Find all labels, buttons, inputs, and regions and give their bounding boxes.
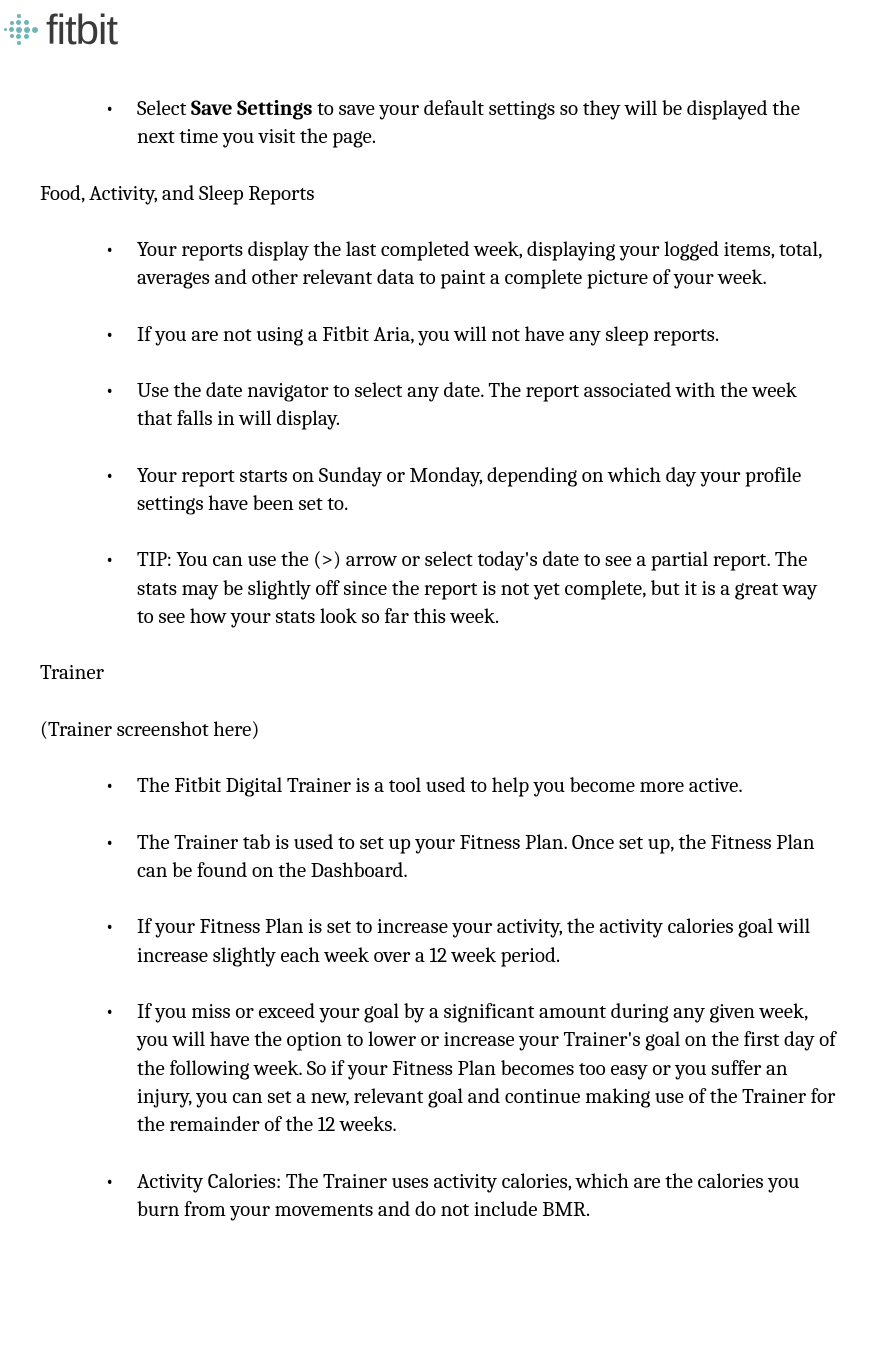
- list-item: Your report starts on Sunday or Monday, …: [105, 462, 836, 519]
- fitbit-logo: fitbit: [2, 2, 117, 59]
- bold-text: Save Settings: [191, 97, 312, 121]
- list-item: Your reports display the last completed …: [105, 236, 836, 293]
- trainer-bullet-list: The Fitbit Digital Trainer is a tool use…: [40, 772, 836, 1224]
- section-heading-reports: Food, Activity, and Sleep Reports: [40, 180, 836, 208]
- list-item: TIP: You can use the (>) arrow or select…: [105, 546, 836, 631]
- trainer-screenshot-placeholder: (Trainer screenshot here): [40, 716, 836, 744]
- list-item: The Trainer tab is used to set up your F…: [105, 829, 836, 886]
- fitbit-logo-text: fitbit: [46, 2, 117, 59]
- document-content: Select Save Settings to save your defaul…: [0, 0, 876, 1224]
- list-item: If your Fitness Plan is set to increase …: [105, 913, 836, 970]
- list-item: The Fitbit Digital Trainer is a tool use…: [105, 772, 836, 800]
- intro-bullet-list: Select Save Settings to save your defaul…: [40, 95, 836, 152]
- section-heading-trainer: Trainer: [40, 659, 836, 687]
- reports-bullet-list: Your reports display the last completed …: [40, 236, 836, 631]
- text-prefix: Select: [137, 97, 191, 121]
- list-item: Select Save Settings to save your defaul…: [105, 95, 836, 152]
- fitbit-logo-icon: [2, 11, 40, 49]
- list-item: Activity Calories: The Trainer uses acti…: [105, 1168, 836, 1225]
- list-item: If you are not using a Fitbit Aria, you …: [105, 321, 836, 349]
- list-item: Use the date navigator to select any dat…: [105, 377, 836, 434]
- list-item: If you miss or exceed your goal by a sig…: [105, 998, 836, 1140]
